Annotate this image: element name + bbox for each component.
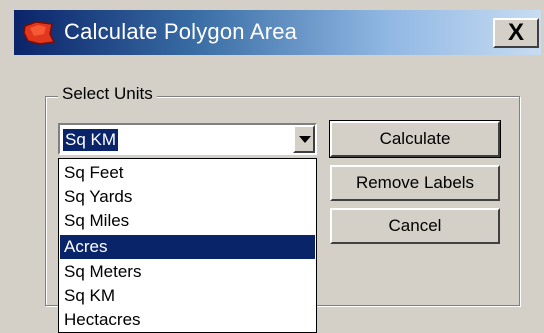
chevron-down-icon[interactable]: [293, 125, 315, 153]
calculate-button[interactable]: Calculate: [329, 120, 501, 158]
list-item-sq-yards[interactable]: Sq Yards: [60, 185, 315, 209]
cancel-button[interactable]: Cancel: [330, 208, 500, 244]
select-units-label: Select Units: [58, 84, 157, 104]
close-icon: X: [507, 19, 524, 46]
list-item-sq-meters[interactable]: Sq Meters: [60, 260, 315, 284]
list-item-sq-miles[interactable]: Sq Miles: [60, 209, 315, 233]
units-combobox-value[interactable]: Sq KM: [63, 129, 119, 151]
units-dropdown-list[interactable]: Sq Feet Sq Yards Sq Miles Acres Sq Meter…: [58, 158, 317, 333]
polygon-app-icon: [23, 21, 56, 45]
list-item-acres[interactable]: Acres: [60, 235, 315, 259]
close-button[interactable]: X: [493, 18, 539, 48]
list-item-sq-km[interactable]: Sq KM: [60, 284, 315, 308]
window-title: Calculate Polygon Area: [64, 19, 298, 44]
units-combobox[interactable]: Sq KM: [58, 123, 317, 155]
title-bar-gradient[interactable]: Calculate Polygon Area X: [14, 10, 541, 55]
list-item-hectacres[interactable]: Hectacres: [60, 308, 315, 332]
list-item-sq-feet[interactable]: Sq Feet: [60, 161, 315, 185]
remove-labels-button[interactable]: Remove Labels: [330, 165, 500, 201]
title-bar[interactable]: Calculate Polygon Area X: [0, 0, 544, 58]
